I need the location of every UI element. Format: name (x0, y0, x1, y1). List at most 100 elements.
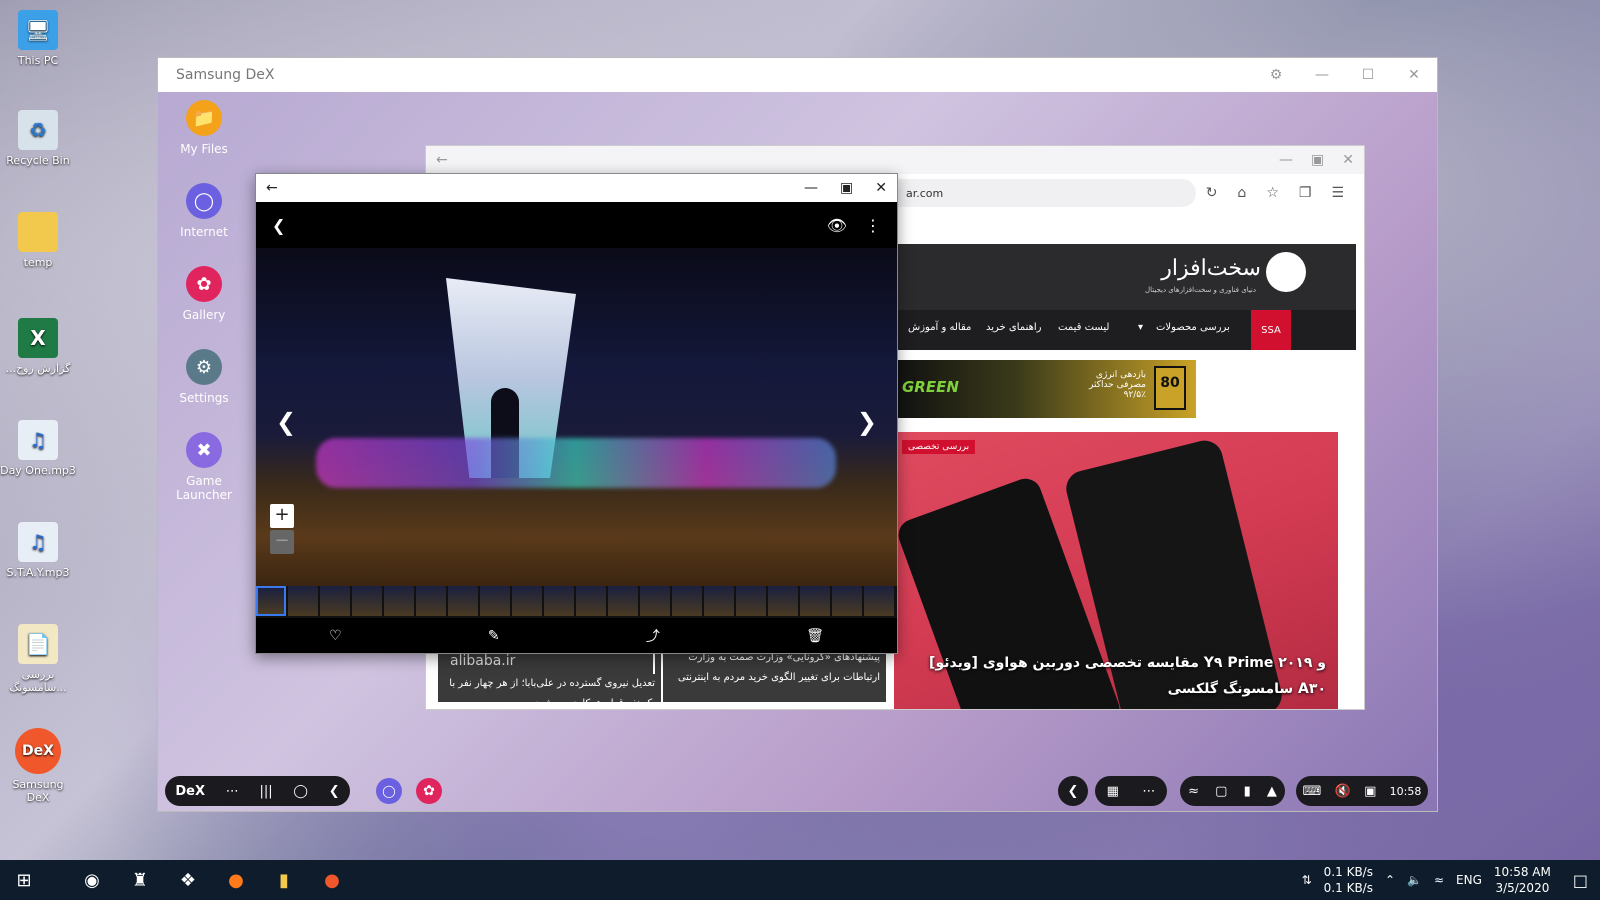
gallery-thumbnail[interactable] (832, 586, 862, 616)
back-icon[interactable]: ❮ (329, 784, 340, 799)
more-options-icon[interactable]: ⋮ (865, 216, 881, 235)
image-icon[interactable]: ▦ (1107, 784, 1119, 799)
maximize-button[interactable]: ▣ (1311, 152, 1324, 168)
arrow-up-icon[interactable]: ▲ (1267, 784, 1277, 799)
firefox-icon[interactable]: ● (212, 860, 260, 900)
edit-pencil-icon[interactable]: ✎ (488, 628, 500, 644)
desktop-icon-this-pc[interactable]: 🖥 This PC (0, 10, 76, 67)
trash-icon[interactable]: 🗑 (806, 628, 824, 644)
dex-taskbar-internet[interactable]: ◯ (376, 778, 402, 804)
dex-label[interactable]: DeX (175, 784, 205, 799)
chevron-left-icon[interactable]: ❮ (1068, 784, 1079, 799)
back-arrow-icon[interactable]: ← (266, 180, 278, 196)
next-photo-arrow-icon[interactable]: ❯ (857, 408, 877, 436)
maximize-button[interactable]: ☐ (1345, 67, 1391, 83)
back-arrow-icon[interactable]: ← (436, 152, 448, 168)
desktop-icon-excel[interactable]: X ...گزارش روخ (0, 318, 76, 375)
chevron-up-icon[interactable]: ⌃ (1385, 873, 1395, 887)
gallery-thumbnail[interactable] (256, 586, 286, 616)
chrome-icon[interactable]: ◉ (68, 860, 116, 900)
wifi-icon[interactable]: ≈ (1188, 784, 1199, 799)
gallery-thumbnail[interactable] (640, 586, 670, 616)
gallery-thumbnail[interactable] (544, 586, 574, 616)
nav-item-buying-guide[interactable]: راهنمای خرید (986, 322, 1041, 333)
prev-photo-arrow-icon[interactable]: ❮ (276, 408, 296, 436)
mute-icon[interactable]: 🔇 (1335, 784, 1351, 799)
share-icon[interactable]: ⤴ (646, 626, 660, 646)
keyboard-icon[interactable]: ⌨ (1303, 784, 1322, 799)
wifi-icon[interactable]: ≈ (1434, 873, 1444, 887)
apps-grid-icon[interactable]: ⋯ (226, 784, 239, 799)
dex-app-settings[interactable]: ⚙ Settings (168, 349, 240, 405)
file-explorer-icon[interactable]: ▮ (260, 860, 308, 900)
zoom-out-button[interactable]: − (270, 530, 294, 554)
app-icon[interactable]: ❖ (164, 860, 212, 900)
notification-icon[interactable]: □ (1573, 871, 1588, 890)
gallery-thumbnail[interactable] (768, 586, 798, 616)
reload-icon[interactable]: ↻ (1206, 185, 1218, 201)
game-icon[interactable]: ♜ (116, 860, 164, 900)
system-clock[interactable]: 10:58 AM 3/5/2020 (1494, 864, 1551, 896)
gallery-thumbnail[interactable] (576, 586, 606, 616)
menu-icon[interactable]: ☰ (1331, 185, 1344, 201)
more-icon[interactable]: ⋯ (1142, 784, 1155, 799)
dex-app-internet[interactable]: ◯ Internet (168, 183, 240, 239)
nav-item-articles[interactable]: مقاله و آموزش (908, 322, 971, 333)
dex-app-my-files[interactable]: 📁 My Files (168, 100, 240, 156)
bookmark-star-icon[interactable]: ☆ (1266, 185, 1279, 201)
gallery-thumbnail[interactable] (608, 586, 638, 616)
gallery-thumbnail[interactable] (864, 586, 894, 616)
gallery-thumbnail[interactable] (512, 586, 542, 616)
home-circle-icon[interactable]: ◯ (293, 784, 308, 799)
gallery-thumbnail[interactable] (672, 586, 702, 616)
close-button[interactable]: ✕ (1342, 152, 1354, 168)
gallery-thumbnail[interactable] (800, 586, 830, 616)
screenshot-icon[interactable]: ▣ (1364, 784, 1376, 799)
language[interactable]: ENG (1456, 873, 1482, 887)
desktop-icon-temp[interactable]: temp (0, 212, 76, 269)
desktop-icon-stay[interactable]: ♫ S.T.A.Y.mp3 (0, 522, 76, 579)
dex-icon[interactable]: ● (308, 860, 356, 900)
recent-apps-icon[interactable]: ||| (260, 784, 273, 799)
gallery-thumbnail[interactable] (416, 586, 446, 616)
nav-item-ssa[interactable]: SSA (1251, 310, 1291, 350)
close-button[interactable]: ✕ (1391, 67, 1437, 83)
zoom-in-button[interactable]: + (270, 504, 294, 528)
maximize-button[interactable]: ▣ (840, 180, 853, 196)
gallery-thumbnail[interactable] (704, 586, 734, 616)
no-sim-icon[interactable]: ▢ (1215, 784, 1227, 799)
desktop-icon-doc[interactable]: 📄 بررسی سامسونگ... (0, 624, 76, 694)
desktop-icon-samsung-dex[interactable]: DeX Samsung DeX (0, 728, 76, 804)
dex-app-game-launcher[interactable]: ✖ Game Launcher (168, 432, 240, 502)
desktop-icon-day-one[interactable]: ♫ Day One.mp3 (0, 420, 76, 477)
battery-icon[interactable]: ▮ (1244, 784, 1251, 799)
home-icon[interactable]: ⌂ (1237, 185, 1246, 201)
tabs-icon[interactable]: ❐ (1299, 185, 1312, 201)
gallery-thumbnail[interactable] (480, 586, 510, 616)
heart-icon[interactable]: ♡ (329, 628, 342, 644)
minimize-button[interactable]: — (804, 180, 818, 196)
gallery-thumbnail[interactable] (448, 586, 478, 616)
gallery-thumbnail[interactable] (352, 586, 382, 616)
nav-item-price-list[interactable]: لیست قیمت (1058, 322, 1109, 333)
minimize-button[interactable]: — (1299, 67, 1345, 83)
nav-item-products[interactable]: بررسی محصولات (1156, 322, 1230, 333)
windows-start-icon[interactable]: ⊞ (0, 860, 48, 900)
gallery-thumbnail[interactable] (320, 586, 350, 616)
gear-icon[interactable]: ⚙ (1253, 67, 1299, 83)
volume-icon[interactable]: 🔈 (1407, 873, 1422, 887)
gallery-thumbnail[interactable] (736, 586, 766, 616)
gallery-photo[interactable]: ❮ ❯ + − (256, 248, 897, 588)
eye-icon[interactable]: 👁 (827, 216, 847, 235)
close-button[interactable]: ✕ (875, 180, 887, 196)
ad-banner[interactable]: GREEN بازدهی انرژی مصرفی حداکثر ۹۲/۵٪ 80 (896, 360, 1196, 418)
dex-taskbar-gallery[interactable]: ✿ (416, 778, 442, 804)
gallery-thumbnail[interactable] (288, 586, 318, 616)
minimize-button[interactable]: — (1279, 152, 1293, 168)
site-logo-icon (1266, 252, 1306, 292)
dex-app-gallery[interactable]: ✿ Gallery (168, 266, 240, 322)
desktop-icon-recycle-bin[interactable]: ♻ Recycle Bin (0, 110, 76, 167)
hero-article[interactable]: بررسی تخصصی [ویدئو] مقایسه تخصصی دوربین … (894, 432, 1338, 709)
chevron-left-icon[interactable]: ❮ (272, 216, 285, 235)
gallery-thumbnail[interactable] (384, 586, 414, 616)
